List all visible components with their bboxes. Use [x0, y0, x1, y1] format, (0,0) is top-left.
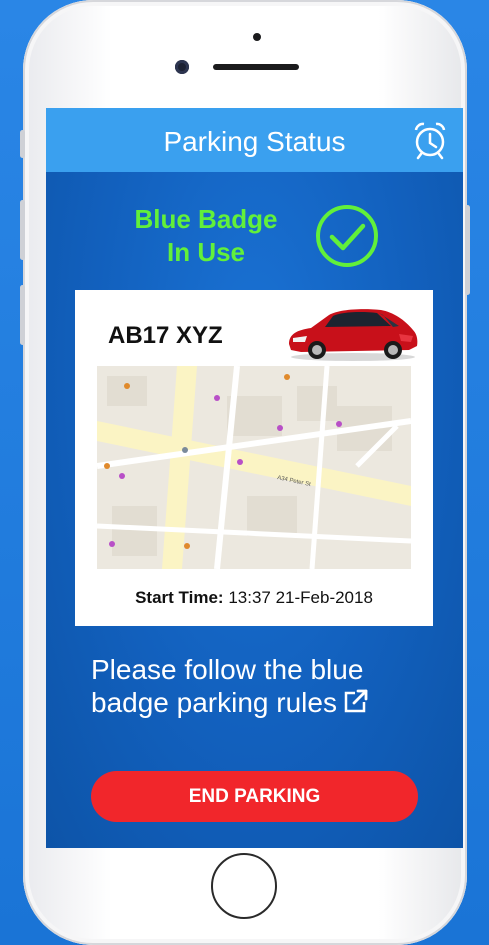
- badge-status: Blue Badge In Use: [116, 203, 296, 269]
- header-bar: Parking Status: [46, 108, 463, 172]
- location-map[interactable]: A34 Peter St: [97, 366, 411, 569]
- parking-card: AB17 XYZ A34 Peter St Start Time: 13:37 …: [75, 290, 433, 626]
- parking-rules-link[interactable]: Please follow the blue badge parking rul…: [91, 653, 431, 719]
- start-time: Start Time: 13:37 21-Feb-2018: [75, 588, 433, 608]
- power-button: [465, 205, 470, 295]
- alarm-clock-icon[interactable]: [411, 120, 449, 160]
- rules-line1: Please follow the blue: [91, 654, 364, 685]
- volume-down-button: [20, 285, 25, 345]
- page-title: Parking Status: [163, 126, 346, 157]
- end-parking-button[interactable]: END PARKING: [91, 771, 418, 822]
- rules-line2: badge parking rules: [91, 687, 337, 718]
- check-circle-icon: [316, 205, 378, 267]
- badge-status-line1: Blue Badge: [134, 204, 278, 234]
- rules-line2-wrap: badge parking rules: [91, 686, 431, 719]
- start-time-value: 13:37 21-Feb-2018: [228, 588, 373, 607]
- red-car-image: [289, 309, 418, 361]
- mute-switch: [20, 130, 25, 158]
- earpiece-speaker: [213, 64, 299, 70]
- map-graphic: A34 Peter St: [97, 366, 411, 569]
- volume-up-button: [20, 200, 25, 260]
- start-time-label: Start Time:: [135, 588, 224, 607]
- badge-status-line2: In Use: [166, 237, 246, 267]
- front-camera: [175, 60, 189, 74]
- home-button[interactable]: [211, 853, 277, 919]
- license-plate: AB17 XYZ: [108, 322, 223, 349]
- app-screen: Parking Status Blue Badge In Use AB17 XY…: [46, 108, 463, 848]
- proximity-sensor: [253, 33, 261, 41]
- external-link-icon: [344, 689, 368, 713]
